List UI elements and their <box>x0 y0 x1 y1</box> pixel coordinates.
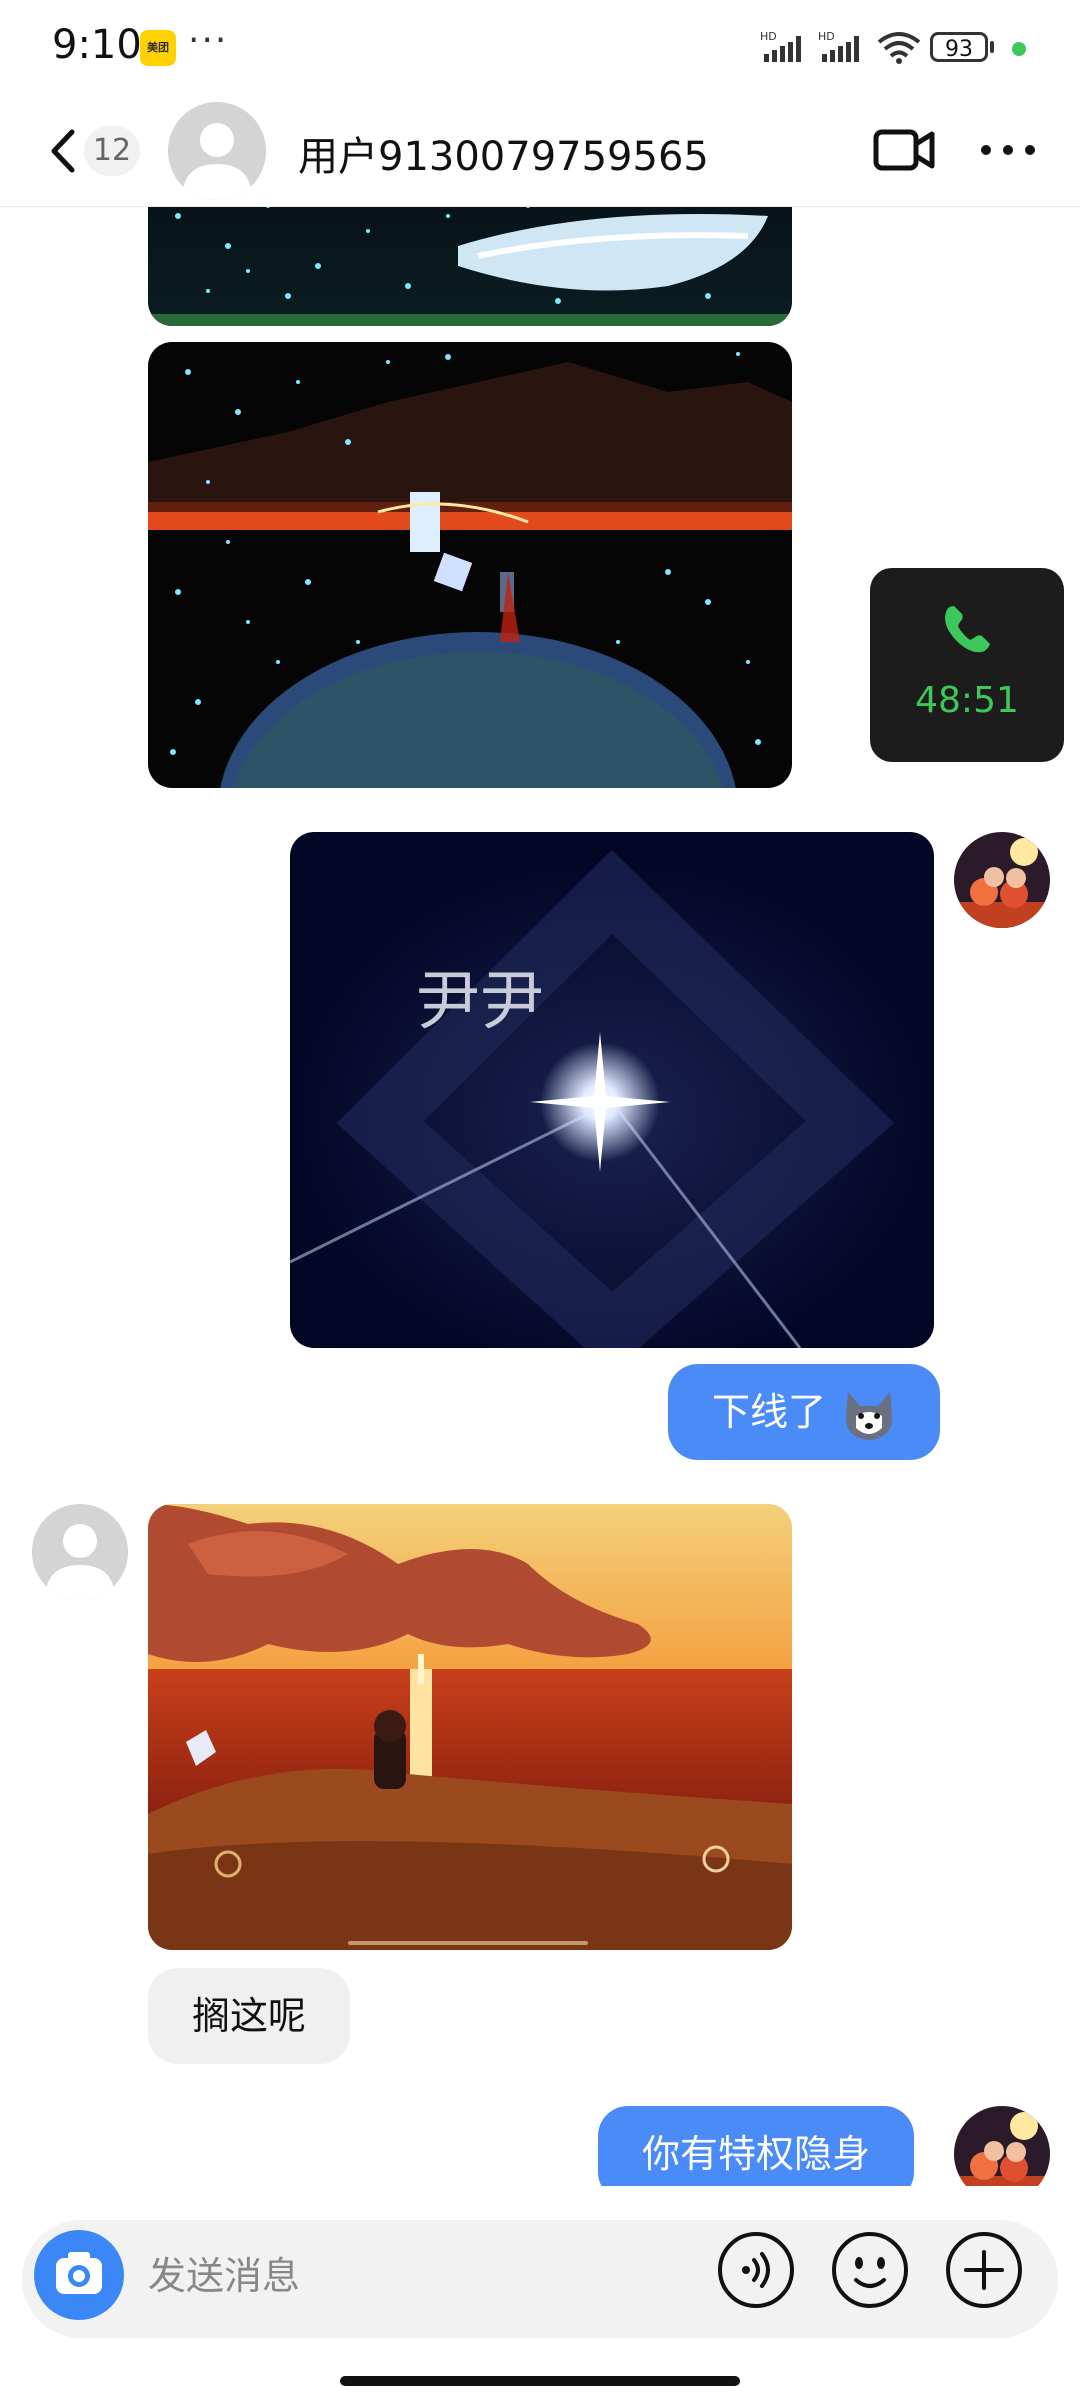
status-bar: 9:10 美团 ··· HD HD 93 <box>0 0 1080 96</box>
default-avatar-icon <box>32 1504 128 1600</box>
image-message-night-whale[interactable] <box>148 206 792 326</box>
contact-avatar-small[interactable] <box>32 1504 128 1600</box>
image-message-sunset-sea[interactable] <box>148 1504 792 1950</box>
wifi-icon <box>877 32 921 64</box>
video-call-icon[interactable] <box>872 122 936 178</box>
starry-horizon-image <box>148 342 792 788</box>
cell-signal-icon: HD <box>760 30 801 62</box>
message-text: 你有特权隐身 <box>642 2132 871 2176</box>
chat-header: 12 用户9130079759565 <box>0 96 1080 207</box>
more-options-icon[interactable] <box>976 122 1040 178</box>
ongoing-call-window[interactable]: 48:51 <box>870 568 1064 762</box>
my-avatar-image <box>954 2106 1050 2186</box>
chat-title: 用户9130079759565 <box>298 134 709 180</box>
message-text: 下线了 <box>712 1390 827 1434</box>
privacy-indicator-dot <box>1012 42 1026 56</box>
add-more-icon[interactable] <box>944 2230 1024 2310</box>
husky-emoji-icon <box>846 1391 893 1440</box>
glowing-star-image <box>290 832 934 1348</box>
chat-message-list[interactable]: 48:51 尹尹 下线了 搁这呢 你有特权隐身 <box>0 206 1080 2186</box>
status-time: 9:10 <box>52 22 142 68</box>
outgoing-message-bubble[interactable]: 下线了 <box>668 1364 941 1460</box>
image-message-sunset-horizon[interactable] <box>148 342 792 788</box>
phone-icon <box>945 606 990 653</box>
home-indicator[interactable] <box>340 2376 740 2386</box>
image-overlay-text: 尹尹 <box>416 965 544 1039</box>
meituan-app-icon: 美团 <box>140 30 176 66</box>
voice-message-icon[interactable] <box>716 2230 796 2310</box>
battery-tip <box>990 41 994 53</box>
svg-text:HD: HD <box>760 30 777 43</box>
battery-icon: 93 <box>930 32 988 62</box>
camera-icon <box>56 2252 102 2294</box>
contact-avatar[interactable] <box>168 102 266 200</box>
message-input-bar <box>0 2186 1080 2400</box>
my-avatar-image <box>954 832 1050 928</box>
outgoing-message-bubble-2[interactable]: 你有特权隐身 <box>598 2106 915 2186</box>
image-message-star-name[interactable]: 尹尹 <box>290 832 934 1348</box>
back-arrow-icon[interactable] <box>44 126 84 176</box>
message-input[interactable] <box>146 2240 690 2312</box>
message-text: 搁这呢 <box>192 1994 307 2038</box>
my-avatar[interactable] <box>954 832 1050 928</box>
unread-count-badge[interactable]: 12 <box>84 126 140 176</box>
sunset-sea-image <box>148 1504 792 1950</box>
emoji-icon[interactable] <box>830 2230 910 2310</box>
default-avatar-icon <box>168 102 266 200</box>
status-more-indicator: ··· <box>188 20 229 61</box>
cell-signal-icon-2: HD <box>818 30 859 62</box>
my-avatar-2[interactable] <box>954 2106 1050 2186</box>
incoming-message-bubble[interactable]: 搁这呢 <box>148 1968 351 2064</box>
camera-button[interactable] <box>34 2230 124 2320</box>
call-duration: 48:51 <box>915 680 1019 721</box>
night-sky-whale-image <box>148 206 792 326</box>
svg-text:HD: HD <box>818 30 835 43</box>
